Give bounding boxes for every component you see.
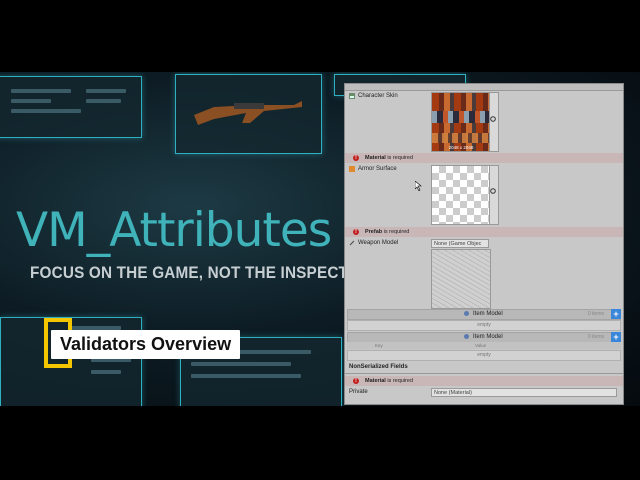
item-model-label: Item Model [473,311,503,317]
error-icon: ! [353,155,359,161]
item-count-2: 0 items [587,334,604,340]
object-picker-icon[interactable] [490,116,496,122]
private-field[interactable]: None (Material) [431,388,617,397]
video-title: VM_Attributes [16,203,332,258]
background-panel-rifle [175,74,322,154]
caption-label: Validators Overview [51,330,241,359]
material-word-2: Material [365,378,386,384]
texture-size-label: 2048 x 2048 [448,145,474,150]
nonserialized-header: NonSerialized Fields [349,364,408,370]
video-frame: VM_Attributes FOCUS ON THE GAME, NOT THE… [0,72,640,406]
empty-dict-placeholder: empty [347,350,621,361]
weapon-model-field[interactable]: None (Game Objec [431,239,489,248]
key-column: Key [375,343,383,348]
cursor-icon [415,181,422,191]
material-required-text: is required [387,155,414,161]
gameobject-icon [349,240,355,246]
character-skin-texture[interactable]: 2048 x 2048 [431,92,491,152]
bottom-color-squares [28,400,73,406]
error-icon-2: ! [353,229,359,235]
material-required-error: ! Material is required [345,153,623,163]
item-model-label-2: Item Model [473,334,503,340]
inspector-panel: Character Skin 2048 x 2048 ! Material is… [344,83,624,405]
error-icon-3: ! [353,378,359,384]
prefab-icon [349,166,355,172]
object-picker-icon-2[interactable] [490,188,496,194]
rifle-icon [194,101,302,125]
item-count: 0 items [587,311,604,317]
empty-list-placeholder: empty [347,320,621,331]
prefab-required-error: ! Prefab is required [345,227,623,237]
weapon-model-label: Weapon Model [358,240,399,246]
add-item-button[interactable]: + [611,309,621,319]
separator [345,373,623,374]
dict-columns: Key Value [347,342,621,349]
background-panel-left [0,76,142,138]
prefab-required-text: is required [383,229,410,235]
material-required-text-2: is required [387,378,414,384]
material-required-error-2: ! Material is required [345,376,623,386]
material-word: Material [365,155,386,161]
item-model-list-header[interactable]: Item Model 0 items + [347,309,621,320]
armor-surface-label: Armor Surface [358,166,397,172]
texture-icon [349,93,355,99]
armor-surface-texture[interactable] [431,165,491,225]
character-skin-label: Character Skin [358,93,398,99]
add-item-button-2[interactable]: + [611,332,621,342]
prefab-word: Prefab [365,229,383,235]
weapon-model-preview [431,249,491,309]
value-column: Value [475,343,487,348]
private-label: Private [349,389,368,395]
video-tagline: FOCUS ON THE GAME, NOT THE INSPECTOR [30,263,372,282]
